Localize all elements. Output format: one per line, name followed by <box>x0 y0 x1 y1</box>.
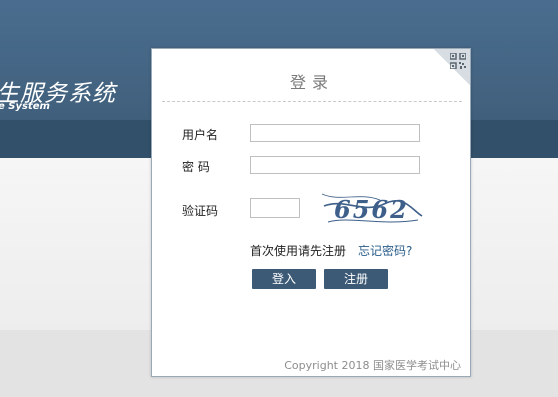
register-button[interactable]: 注册 <box>324 269 388 289</box>
password-label: 密 码 <box>182 160 210 174</box>
copyright-text: Copyright 2018 国家医学考试中心 <box>284 359 461 372</box>
qr-code-icon[interactable] <box>450 53 466 69</box>
username-label: 用户名 <box>182 128 219 142</box>
forgot-password-link[interactable]: 忘记密码? <box>358 242 412 259</box>
username-input[interactable] <box>250 124 420 142</box>
first-time-register-link[interactable]: 首次使用请先注册 <box>250 242 346 259</box>
password-input[interactable] <box>250 156 420 174</box>
captcha-image[interactable]: 6562 <box>320 186 424 228</box>
login-button[interactable]: 登入 <box>252 269 316 289</box>
login-title: 登录 <box>289 73 334 92</box>
captcha-label: 验证码 <box>182 204 219 218</box>
captcha-input[interactable] <box>250 198 300 218</box>
title-divider <box>162 101 462 102</box>
system-subtitle: e System <box>0 101 50 112</box>
login-panel: 登录 用户名 密 码 验证码 6562 首次使用请先注册 忘记密码? 登入 注册… <box>151 48 471 377</box>
